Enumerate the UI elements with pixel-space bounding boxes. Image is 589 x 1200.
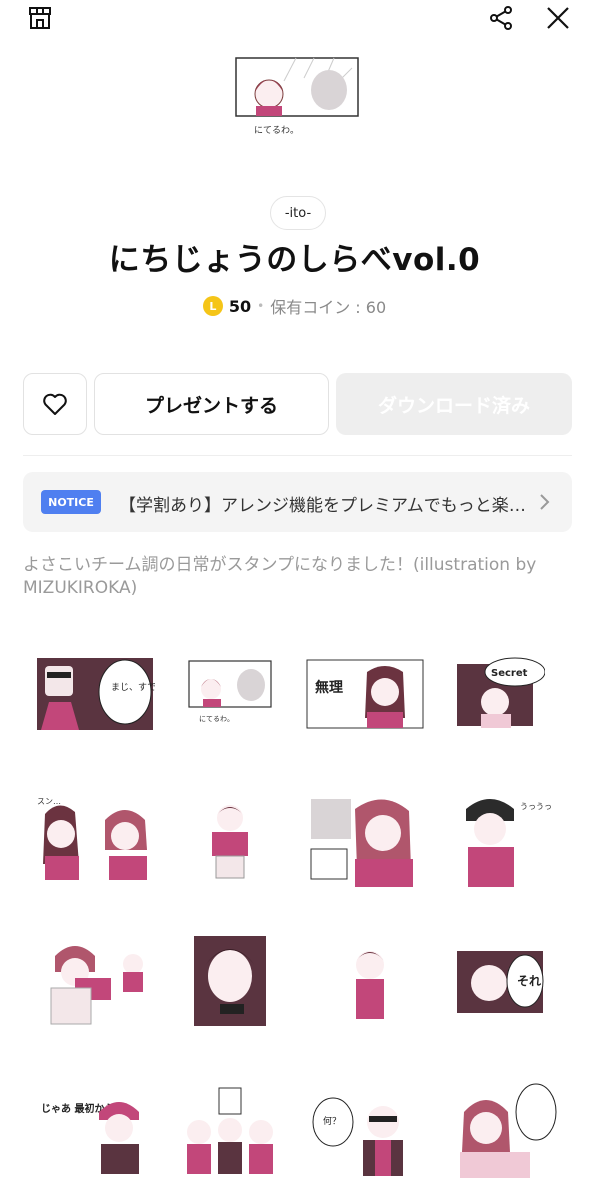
sticker-item[interactable]: じゃあ 最初から <box>25 1062 165 1200</box>
sticker-item[interactable] <box>160 1062 300 1200</box>
sticker-caption: それ <box>517 974 541 988</box>
sticker-caption: Secret <box>491 668 528 679</box>
divider <box>23 455 572 456</box>
chevron-right-icon <box>540 494 550 510</box>
sticker-item[interactable]: それ <box>430 912 570 1052</box>
sticker-caption: スン… <box>37 797 61 806</box>
sticker-caption: にてるわ。 <box>199 715 234 723</box>
sticker-item[interactable]: スン… <box>25 769 165 909</box>
notice-badge: NOTICE <box>41 490 101 514</box>
present-button[interactable]: プレゼントする <box>94 373 329 435</box>
download-button[interactable]: ダウンロード済み <box>336 373 572 435</box>
notice-banner[interactable]: NOTICE 【学割あり】アレンジ機能をプレミアムでもっと楽しもう <box>23 472 572 532</box>
separator: • <box>257 299 265 313</box>
close-icon[interactable] <box>544 4 572 32</box>
author-chip[interactable]: -ito- <box>270 196 326 230</box>
sticker-caption: 何？ <box>323 1115 341 1127</box>
sticker-item[interactable]: 何？ <box>295 1062 435 1200</box>
main-sticker-preview: にてるわ。 <box>234 56 360 142</box>
page-title: にちじょうのしらべvol.0 <box>108 242 481 278</box>
sticker-item[interactable]: まじ、すでよんすか(？) <box>25 624 165 764</box>
owned-coins: 保有コイン : 60 <box>270 298 387 317</box>
notice-text: 【学割あり】アレンジ機能をプレミアムでもっと楽しもう <box>119 496 529 516</box>
description: よさこいチーム調の日常がスタンプになりました！(illustration by … <box>23 555 537 598</box>
sticker-item[interactable]: 無理 <box>295 624 435 764</box>
share-icon[interactable] <box>487 4 515 32</box>
main-sticker-caption: にてるわ。 <box>254 125 299 136</box>
sticker-caption: うっうっ <box>520 802 552 811</box>
sticker-item[interactable] <box>160 912 300 1052</box>
coin-icon: L <box>202 296 223 316</box>
top-bar <box>0 0 589 40</box>
sticker-item[interactable] <box>430 1062 570 1200</box>
shop-icon[interactable] <box>26 4 54 32</box>
sticker-item[interactable]: うっうっ <box>430 769 570 909</box>
price: 50 <box>228 296 252 316</box>
sticker-item[interactable] <box>295 769 435 909</box>
sticker-caption: まじ、すでよんすか(？) <box>111 682 155 693</box>
sticker-item[interactable] <box>25 912 165 1052</box>
favorite-button[interactable] <box>23 373 87 435</box>
heart-icon <box>43 393 67 415</box>
sticker-item[interactable]: Secret <box>430 624 570 764</box>
sticker-caption: 無理 <box>315 679 343 696</box>
sticker-item[interactable] <box>295 912 435 1052</box>
sticker-item[interactable]: にてるわ。 <box>160 624 300 764</box>
sticker-item[interactable] <box>160 769 300 909</box>
price-row: L 50 • 保有コイン : 60 <box>0 292 589 320</box>
